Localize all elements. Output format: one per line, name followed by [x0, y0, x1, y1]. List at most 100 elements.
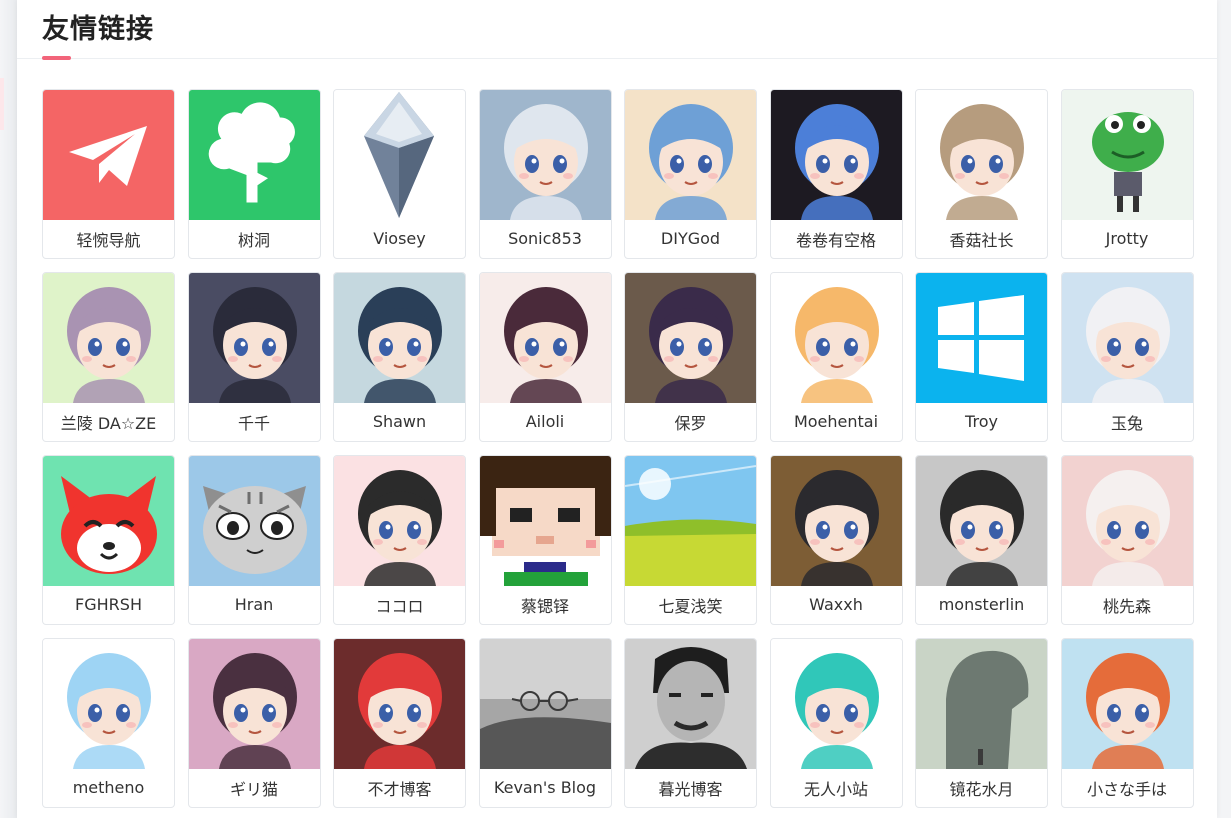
friend-link-name: Kevan's Blog: [493, 778, 597, 797]
anime-avatar-icon: [479, 273, 611, 403]
landscape-icon: [625, 456, 756, 586]
anime-avatar-icon: [1061, 456, 1193, 586]
title-underline: [42, 56, 71, 60]
friend-link-name: 树洞: [237, 230, 270, 250]
friend-link-card[interactable]: Sonic853: [478, 89, 612, 259]
friend-link-card[interactable]: 轻惋导航: [42, 89, 175, 259]
anime-avatar-icon: [625, 90, 756, 220]
friend-link-name: metheno: [72, 778, 145, 797]
friend-link-name: Moehentai: [793, 412, 879, 431]
friend-link-name: 无人小站: [803, 779, 868, 799]
friend-link-name: monsterlin: [938, 595, 1025, 614]
friend-link-card[interactable]: ココロ: [333, 455, 466, 625]
friend-link-card[interactable]: 香菇社长: [915, 89, 1048, 259]
friend-link-name: Hran: [234, 595, 274, 614]
friend-link-name: 镜花水月: [949, 779, 1014, 799]
tree-icon: [188, 90, 320, 220]
friend-link-card[interactable]: 小さな手は: [1060, 638, 1194, 808]
left-accent-mark: [0, 78, 4, 130]
friend-links-card: 友情链接 轻惋导航 树洞 Viosey Sonic853 DIYGod 卷卷有空…: [17, 0, 1217, 818]
anime-avatar-icon: [1061, 639, 1193, 769]
friend-link-card[interactable]: 保罗: [624, 272, 757, 442]
friend-link-card[interactable]: 卷卷有空格: [769, 89, 903, 259]
anime-avatar-icon: [1061, 273, 1193, 403]
friend-link-card[interactable]: 镜花水月: [915, 638, 1048, 808]
friend-link-card[interactable]: Jrotty: [1060, 89, 1194, 259]
friend-link-card[interactable]: 桃先森: [1060, 455, 1194, 625]
friend-link-name: Shawn: [372, 412, 427, 431]
anime-avatar-icon: [625, 273, 756, 403]
friend-link-card[interactable]: monsterlin: [915, 455, 1048, 625]
friend-link-card[interactable]: Ailoli: [478, 272, 612, 442]
friend-link-card[interactable]: 玉兔: [1060, 272, 1194, 442]
friend-link-name: 桃先森: [1102, 596, 1151, 616]
friend-link-card[interactable]: Shawn: [333, 272, 466, 442]
friend-link-name: DIYGod: [660, 229, 721, 248]
friend-link-card[interactable]: 千千: [187, 272, 321, 442]
friend-link-name: 保罗: [674, 413, 707, 433]
friend-links-grid: 轻惋导航 树洞 Viosey Sonic853 DIYGod 卷卷有空格 香菇社…: [42, 89, 1194, 808]
friend-link-name: ココロ: [375, 596, 424, 616]
friend-link-card[interactable]: FGHRSH: [42, 455, 175, 625]
friend-link-card[interactable]: Moehentai: [769, 272, 903, 442]
friend-link-card[interactable]: Troy: [915, 272, 1048, 442]
friend-link-card[interactable]: metheno: [42, 638, 175, 808]
friend-link-card[interactable]: 暮光博客: [624, 638, 757, 808]
silhouette-icon: [916, 639, 1047, 769]
friend-link-name: 玉兔: [1110, 413, 1143, 433]
anime-avatar-icon: [188, 639, 320, 769]
anime-avatar-icon: [770, 90, 902, 220]
friend-link-name: Troy: [965, 412, 998, 431]
cat-avatar-icon: [188, 456, 320, 586]
friend-link-card[interactable]: 树洞: [187, 89, 321, 259]
fox-avatar-icon: [43, 456, 174, 586]
anime-avatar-icon: [770, 456, 902, 586]
friend-link-card[interactable]: Waxxh: [769, 455, 903, 625]
anime-avatar-icon: [43, 639, 174, 769]
portrait-photo-icon: [625, 639, 756, 769]
friend-link-card[interactable]: 七夏浅笑: [624, 455, 757, 625]
friend-link-card[interactable]: ギリ猫: [187, 638, 321, 808]
friend-link-card[interactable]: 无人小站: [769, 638, 903, 808]
friend-link-name: Jrotty: [1105, 229, 1149, 248]
anime-avatar-icon: [479, 90, 611, 220]
anime-avatar-icon: [334, 273, 465, 403]
friend-link-name: ギリ猫: [229, 779, 278, 799]
friend-link-card[interactable]: 不才博客: [333, 638, 466, 808]
friend-link-name: 暮光博客: [658, 779, 723, 799]
friend-link-card[interactable]: Hran: [187, 455, 321, 625]
left-page-edge: [0, 0, 17, 818]
friend-link-name: 卷卷有空格: [795, 230, 876, 250]
anime-avatar-icon: [334, 456, 465, 586]
section-header: 友情链接: [17, 0, 1217, 60]
friend-link-name: Waxxh: [809, 595, 863, 614]
friend-link-name: FGHRSH: [75, 595, 142, 614]
friend-link-card[interactable]: Kevan's Blog: [478, 638, 612, 808]
friend-link-name: 轻惋导航: [76, 230, 141, 250]
friend-link-name: Viosey: [373, 229, 426, 248]
windows-logo-icon: [916, 273, 1047, 403]
right-page-edge: [1217, 0, 1231, 818]
frog-avatar-icon: [1061, 90, 1193, 220]
anime-avatar-icon: [916, 90, 1047, 220]
section-title: 友情链接: [42, 14, 154, 45]
anime-avatar-icon: [43, 273, 174, 403]
glasses-photo-icon: [479, 639, 611, 769]
anime-avatar-icon: [770, 273, 902, 403]
paper-plane-icon: [43, 90, 174, 220]
anime-avatar-icon: [188, 273, 320, 403]
friend-link-name: 千千: [237, 413, 270, 433]
friend-link-name: 蔡锶铎: [520, 596, 569, 616]
friend-link-card[interactable]: DIYGod: [624, 89, 757, 259]
friend-link-name: 小さな手は: [1086, 779, 1167, 799]
friend-link-name: 兰陵 DA☆ZE: [60, 413, 157, 433]
anime-avatar-icon: [770, 639, 902, 769]
friend-link-card[interactable]: 兰陵 DA☆ZE: [42, 272, 175, 442]
friend-link-card[interactable]: Viosey: [333, 89, 466, 259]
friend-link-card[interactable]: 蔡锶铎: [478, 455, 612, 625]
anime-avatar-icon: [334, 639, 465, 769]
crystal-logo-icon: [334, 90, 465, 220]
anime-avatar-icon: [916, 456, 1047, 586]
friend-link-name: 不才博客: [367, 779, 432, 799]
pixel-avatar-icon: [479, 456, 611, 586]
